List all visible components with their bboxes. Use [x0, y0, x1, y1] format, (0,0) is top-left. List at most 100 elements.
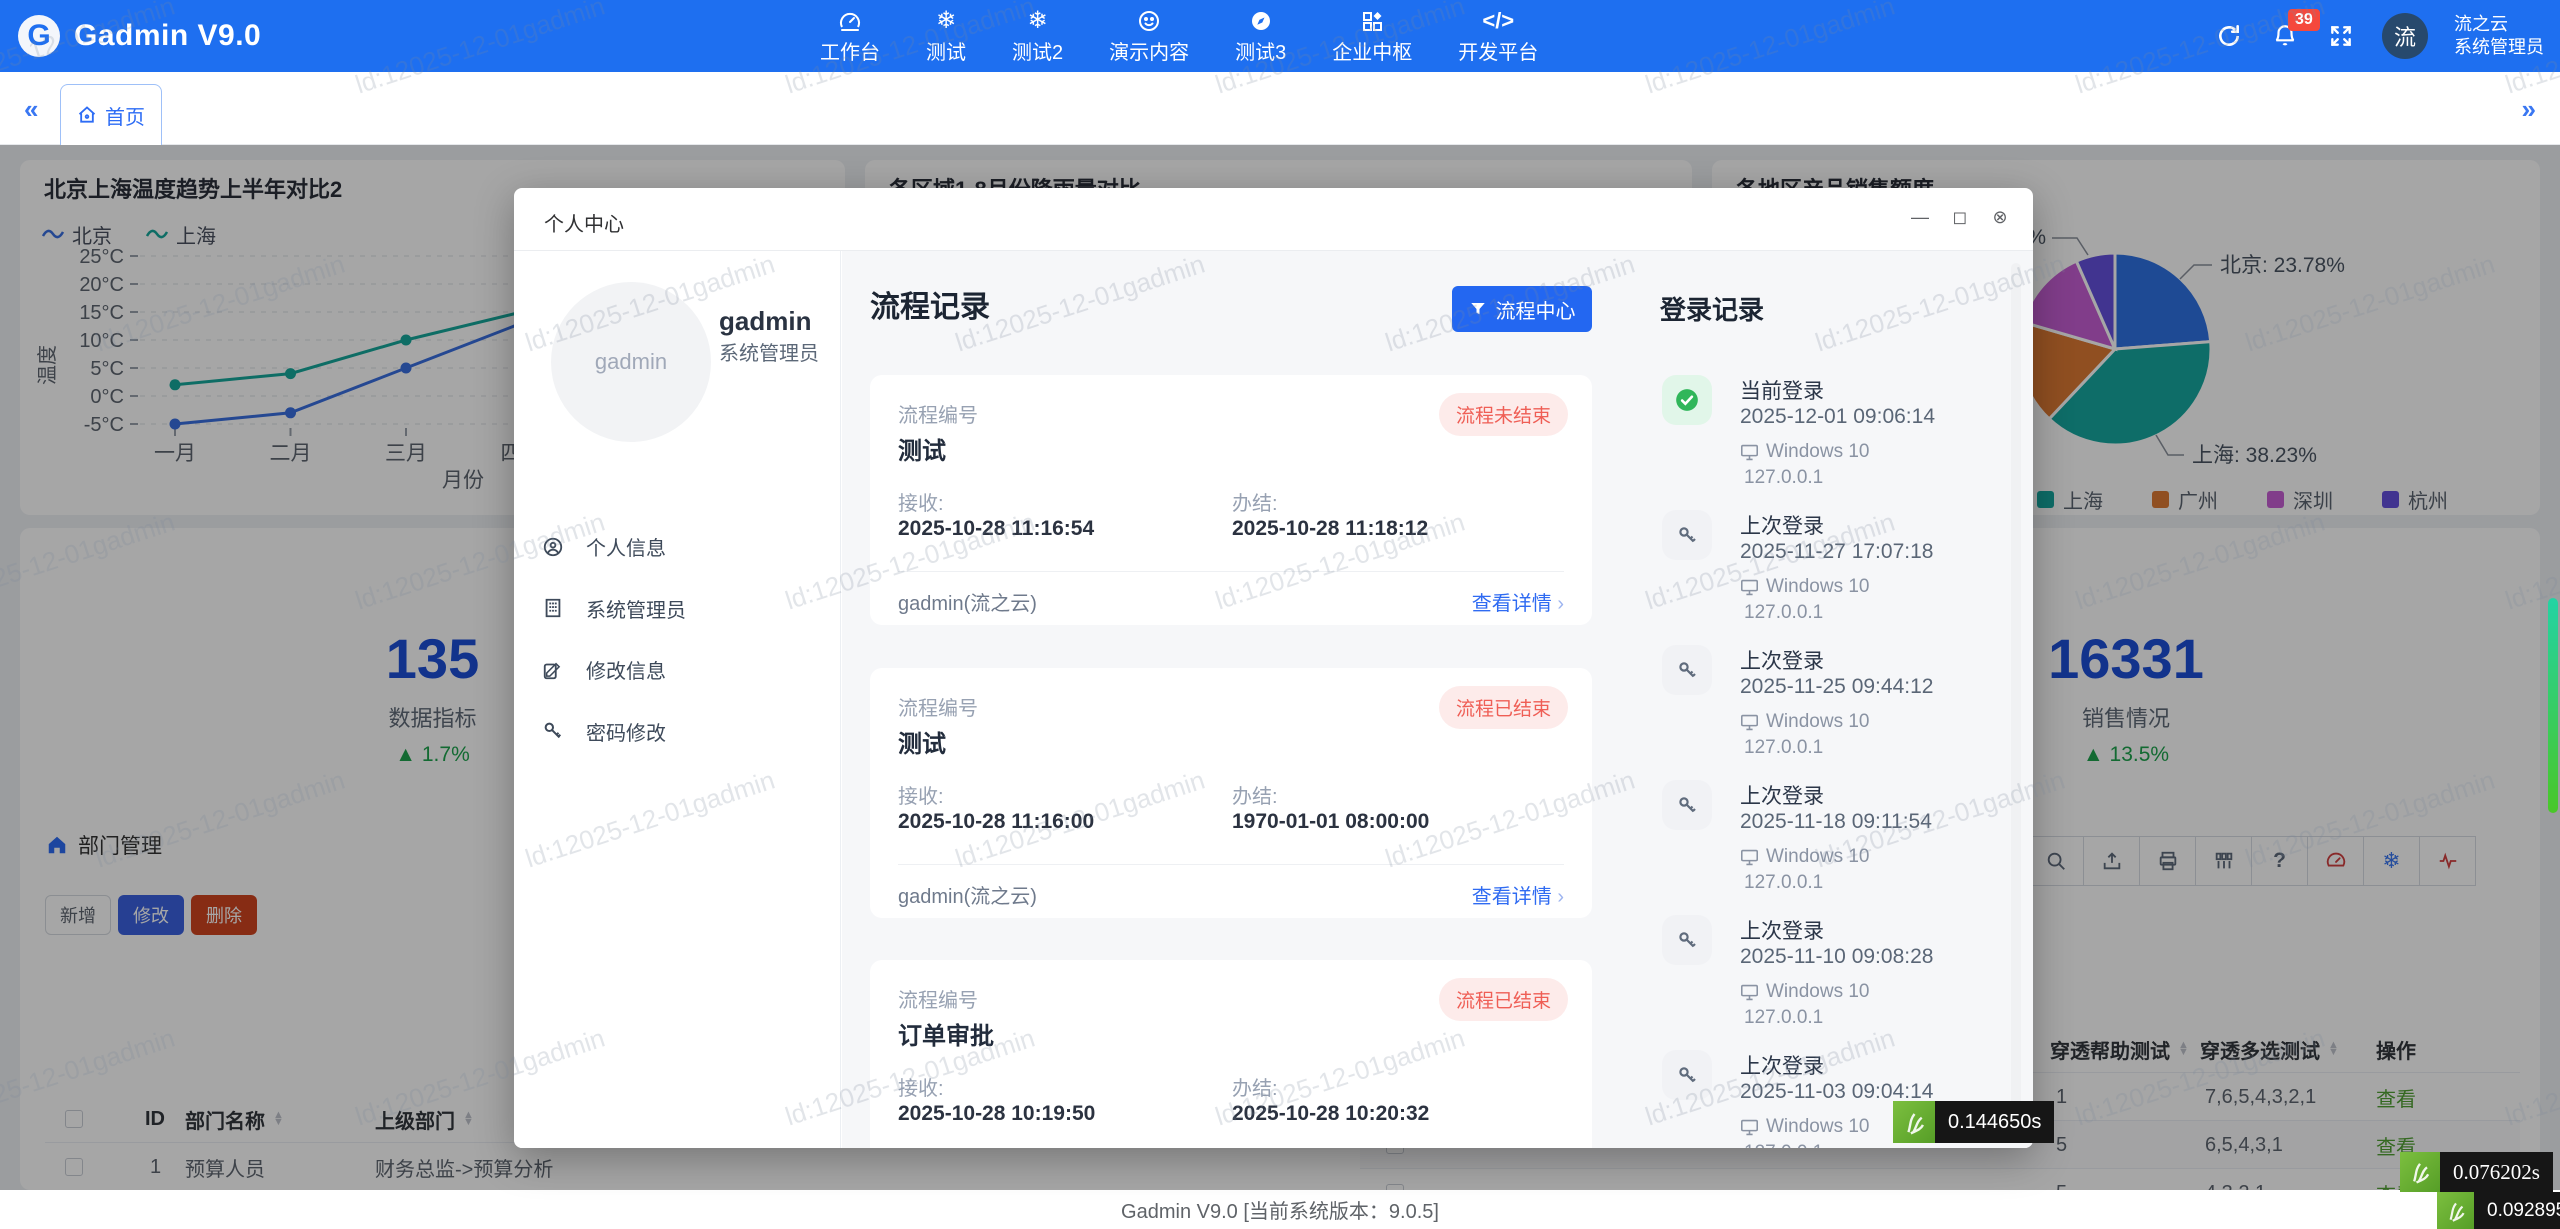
key-icon	[1662, 510, 1712, 560]
done-label: 办结:	[1232, 487, 1278, 516]
snowflake-icon: ❄	[936, 8, 956, 34]
edit-icon	[542, 659, 564, 681]
nav-item-label: 测试	[926, 36, 966, 65]
divider	[898, 864, 1564, 865]
login-entry: 上次登录2025-11-10 09:08:28Windows 10127.0.0…	[1660, 915, 2022, 1043]
nav-item-3[interactable]: 演示内容	[1109, 8, 1189, 65]
login-entry: 上次登录2025-11-18 09:11:54Windows 10127.0.0…	[1660, 780, 2022, 908]
user-icon	[542, 536, 564, 558]
nav-item-0[interactable]: 工作台	[820, 8, 880, 65]
minimize-icon[interactable]: —	[1909, 206, 1931, 228]
modal-scrollbar-track[interactable]	[2011, 263, 2021, 1133]
login-title: 当前登录	[1740, 375, 1824, 405]
login-time: 2025-11-10 09:08:28	[1740, 945, 1933, 969]
user-avatar[interactable]: 流	[2382, 13, 2428, 59]
leaf-icon	[1893, 1101, 1935, 1143]
recv-label: 接收:	[898, 1072, 944, 1101]
app-title: Gadmin V9.0	[74, 19, 261, 53]
logo[interactable]: G Gadmin V9.0	[18, 15, 348, 57]
login-title: 上次登录	[1740, 1050, 1824, 1080]
filter-icon	[1469, 300, 1487, 318]
menu-system-admin[interactable]: 系统管理员	[542, 594, 686, 623]
nav-item-label: 测试3	[1235, 36, 1286, 65]
version-text: Gadmin V9.0 [当前系统版本：9.0.5]	[1121, 1195, 1439, 1224]
login-os: Windows 10	[1740, 846, 1870, 868]
login-entry: 上次登录2025-11-25 09:44:12 Windows 10 127.0.0…	[1660, 645, 2022, 773]
login-os: Windows 10	[1740, 711, 1870, 733]
navbar-actions: 39 流 流之云 系统管理员	[2214, 0, 2544, 72]
process-card: 流程编号流程已结束测试接收:2025-10-28 11:16:00办结:1970…	[870, 668, 1592, 918]
smiley-icon	[1137, 8, 1161, 34]
user-block[interactable]: 流之云 系统管理员	[2454, 13, 2544, 59]
login-time: 2025-11-18 09:11:54	[1740, 810, 1932, 834]
menu-edit-info[interactable]: 修改信息	[542, 655, 666, 684]
tabs-scroll-right-icon[interactable]: »	[2522, 94, 2536, 125]
menu-personal-info[interactable]: 个人信息	[542, 532, 666, 561]
maximize-icon[interactable]: ◻	[1949, 206, 1971, 228]
process-no-label: 流程编号	[898, 692, 978, 721]
recv-time: 2025-10-28 11:16:54	[898, 517, 1094, 541]
process-status-badge: 流程已结束	[1439, 686, 1568, 729]
process-title: 订单审批	[898, 1016, 994, 1051]
login-ip: 127.0.0.1	[1744, 1142, 1823, 1148]
tabs-scroll-left-icon[interactable]: «	[24, 94, 38, 125]
nav-item-2[interactable]: ❄测试2	[1012, 8, 1063, 65]
key-icon	[1662, 645, 1712, 695]
nav-item-4[interactable]: 测试3	[1235, 8, 1286, 65]
modal-personal-center: 个人中心 — ◻ ⊗ gadmin gadmin 系统管理员 个人信息系统管理员…	[514, 188, 2033, 1148]
layout-icon	[1360, 8, 1384, 34]
login-ip: 127.0.0.1	[1744, 1007, 1823, 1029]
user-name: 流之云	[2454, 13, 2544, 36]
recv-label: 接收:	[898, 780, 944, 809]
process-center-button[interactable]: 流程中心	[1452, 286, 1592, 332]
notification-badge: 39	[2288, 9, 2320, 31]
process-no-label: 流程编号	[898, 984, 978, 1013]
leaf-icon	[2400, 1152, 2440, 1192]
home-icon	[77, 105, 97, 125]
tab-label: 首页	[105, 101, 145, 130]
login-time: 2025-11-27 17:07:18	[1740, 540, 1933, 564]
menu-label: 个人信息	[586, 532, 666, 561]
login-title: 上次登录	[1740, 510, 1824, 540]
login-time: 2025-11-25 09:44:12	[1740, 675, 1933, 699]
close-icon[interactable]: ⊗	[1989, 206, 2011, 228]
view-detail-link[interactable]: 查看详情 ›	[1472, 880, 1564, 909]
check-circle-icon	[1662, 375, 1712, 425]
nav-item-6[interactable]: </>开发平台	[1458, 8, 1538, 65]
timing-badge-2: 0.092895s	[2437, 1192, 2560, 1229]
timing-badge-0: 0.144650s	[1893, 1101, 2054, 1143]
tab-home[interactable]: 首页	[60, 84, 162, 145]
login-heading: 登录记录	[1660, 290, 1764, 327]
menu-change-password[interactable]: 密码修改	[542, 717, 666, 746]
notification-bell-icon[interactable]: 39	[2270, 21, 2300, 51]
recv-label: 接收:	[898, 487, 944, 516]
fullscreen-icon[interactable]	[2326, 21, 2356, 51]
login-ip: 127.0.0.1	[1744, 602, 1823, 624]
menu-label: 系统管理员	[586, 594, 686, 623]
tabbar: « 首页 »	[0, 72, 2560, 145]
process-card: 流程编号流程已结束订单审批接收:2025-10-28 10:19:50办结:20…	[870, 960, 1592, 1148]
recv-time: 2025-10-28 10:19:50	[898, 1102, 1095, 1126]
done-time: 2025-10-28 11:18:12	[1232, 517, 1428, 541]
nav-item-5[interactable]: 企业中枢	[1332, 8, 1412, 65]
profile-avatar: gadmin	[551, 282, 711, 442]
done-time: 2025-10-28 10:20:32	[1232, 1102, 1429, 1126]
refresh-icon[interactable]	[2214, 21, 2244, 51]
app-root: G Gadmin V9.0 工作台❄测试❄测试2演示内容测试3企业中枢</>开发…	[0, 0, 2560, 1229]
recv-time: 2025-10-28 11:16:00	[898, 810, 1094, 834]
process-heading: 流程记录	[870, 282, 990, 326]
profile-role: 系统管理员	[719, 341, 831, 368]
login-os: Windows 10	[1740, 441, 1870, 463]
login-title: 上次登录	[1740, 645, 1824, 675]
view-detail-link[interactable]: 查看详情 ›	[1472, 587, 1564, 616]
login-ip: 127.0.0.1	[1744, 737, 1823, 759]
nav-item-1[interactable]: ❄测试	[926, 8, 966, 65]
user-role: 系统管理员	[2454, 36, 2544, 59]
menu-label: 修改信息	[586, 655, 666, 684]
page-scrollbar-thumb[interactable]	[2548, 598, 2558, 813]
nav-item-label: 演示内容	[1109, 36, 1189, 65]
building-icon	[542, 597, 564, 619]
process-title: 测试	[898, 724, 946, 759]
snowflake-icon: ❄	[1028, 8, 1048, 34]
login-os: Windows 10	[1740, 981, 1870, 1003]
